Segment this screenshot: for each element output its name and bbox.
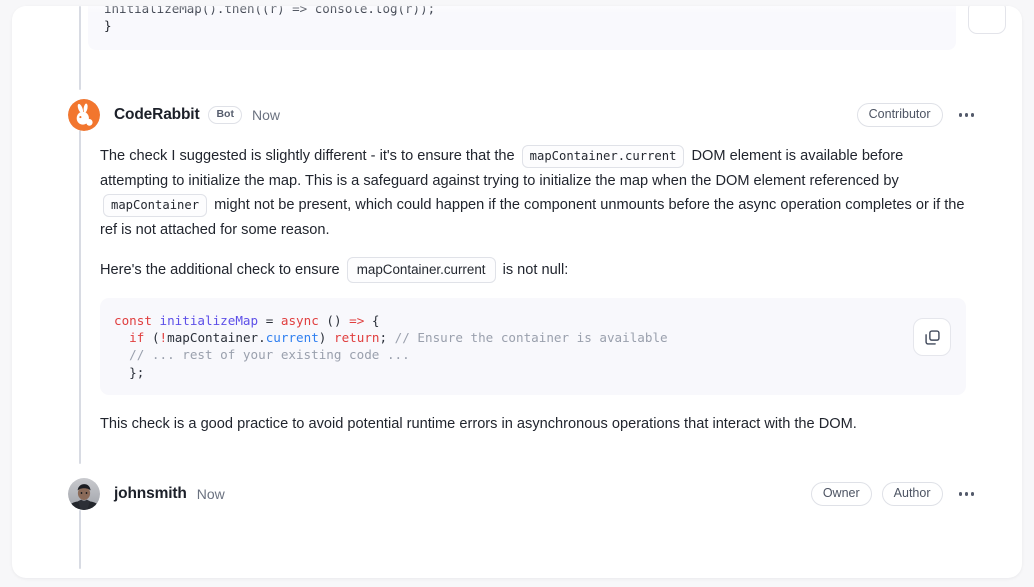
comment-paragraph-1: The check I suggested is slightly differ… (100, 144, 966, 242)
comment-meta: Contributor (856, 94, 977, 136)
previous-code-block-truncated: initializeMap().then((r) => console.log(… (88, 6, 956, 50)
role-badge-author: Author (881, 482, 943, 506)
top-fade-overlay (88, 6, 956, 14)
comment-header: johnsmith Now (68, 473, 225, 515)
previous-copy-button[interactable] (968, 6, 1006, 34)
bot-badge: Bot (208, 106, 242, 124)
comment-author-name[interactable]: johnsmith (114, 485, 187, 503)
thread-line-segment (79, 130, 81, 464)
copy-code-button[interactable] (913, 318, 951, 356)
paragraph3-text: This check is a good practice to avoid p… (100, 416, 857, 432)
role-badge-contributor: Contributor (856, 103, 943, 127)
previous-code-line-2: } (104, 18, 112, 33)
person-photo-avatar[interactable] (68, 478, 100, 510)
code-block-content: const initializeMap = async () => { if (… (114, 313, 668, 380)
paragraph2-text-part2: is not null: (502, 262, 569, 278)
comment-author-name[interactable]: CodeRabbit (114, 106, 200, 124)
inline-code-mapcontainer-current: mapContainer.current (521, 145, 685, 168)
inline-code-mapcontainer-current-2: mapContainer.current (346, 257, 496, 283)
conversation-card: initializeMap().then((r) => console.log(… (12, 6, 1022, 578)
comment-timestamp: Now (196, 486, 225, 502)
paragraph1-text-part1: The check I suggested is slightly differ… (100, 148, 515, 164)
thread-line-segment (79, 510, 81, 569)
comment-paragraph-3: This check is a good practice to avoid p… (100, 412, 966, 437)
comment-timestamp: Now (251, 107, 280, 123)
role-badge-owner: Owner (810, 482, 872, 506)
pull-request-conversation-page: initializeMap().then((r) => console.log(… (0, 0, 1034, 587)
comment-meta: Owner Author (810, 473, 977, 515)
rabbit-avatar[interactable] (68, 99, 100, 131)
paragraph2-text-part1: Here's the additional check to ensure (100, 262, 340, 278)
comment-header: CodeRabbit Bot Now (68, 94, 280, 136)
kebab-menu-icon[interactable] (957, 486, 977, 502)
thread-line-segment (79, 6, 81, 90)
comment-paragraph-2: Here's the additional check to ensure ma… (100, 257, 966, 283)
kebab-menu-icon[interactable] (957, 107, 977, 123)
code-block-javascript: const initializeMap = async () => { if (… (100, 298, 966, 395)
paragraph1-text-part3: might not be present, which could happen… (100, 197, 965, 238)
inline-code-mapcontainer: mapContainer (103, 194, 208, 218)
copy-icon (924, 329, 941, 346)
